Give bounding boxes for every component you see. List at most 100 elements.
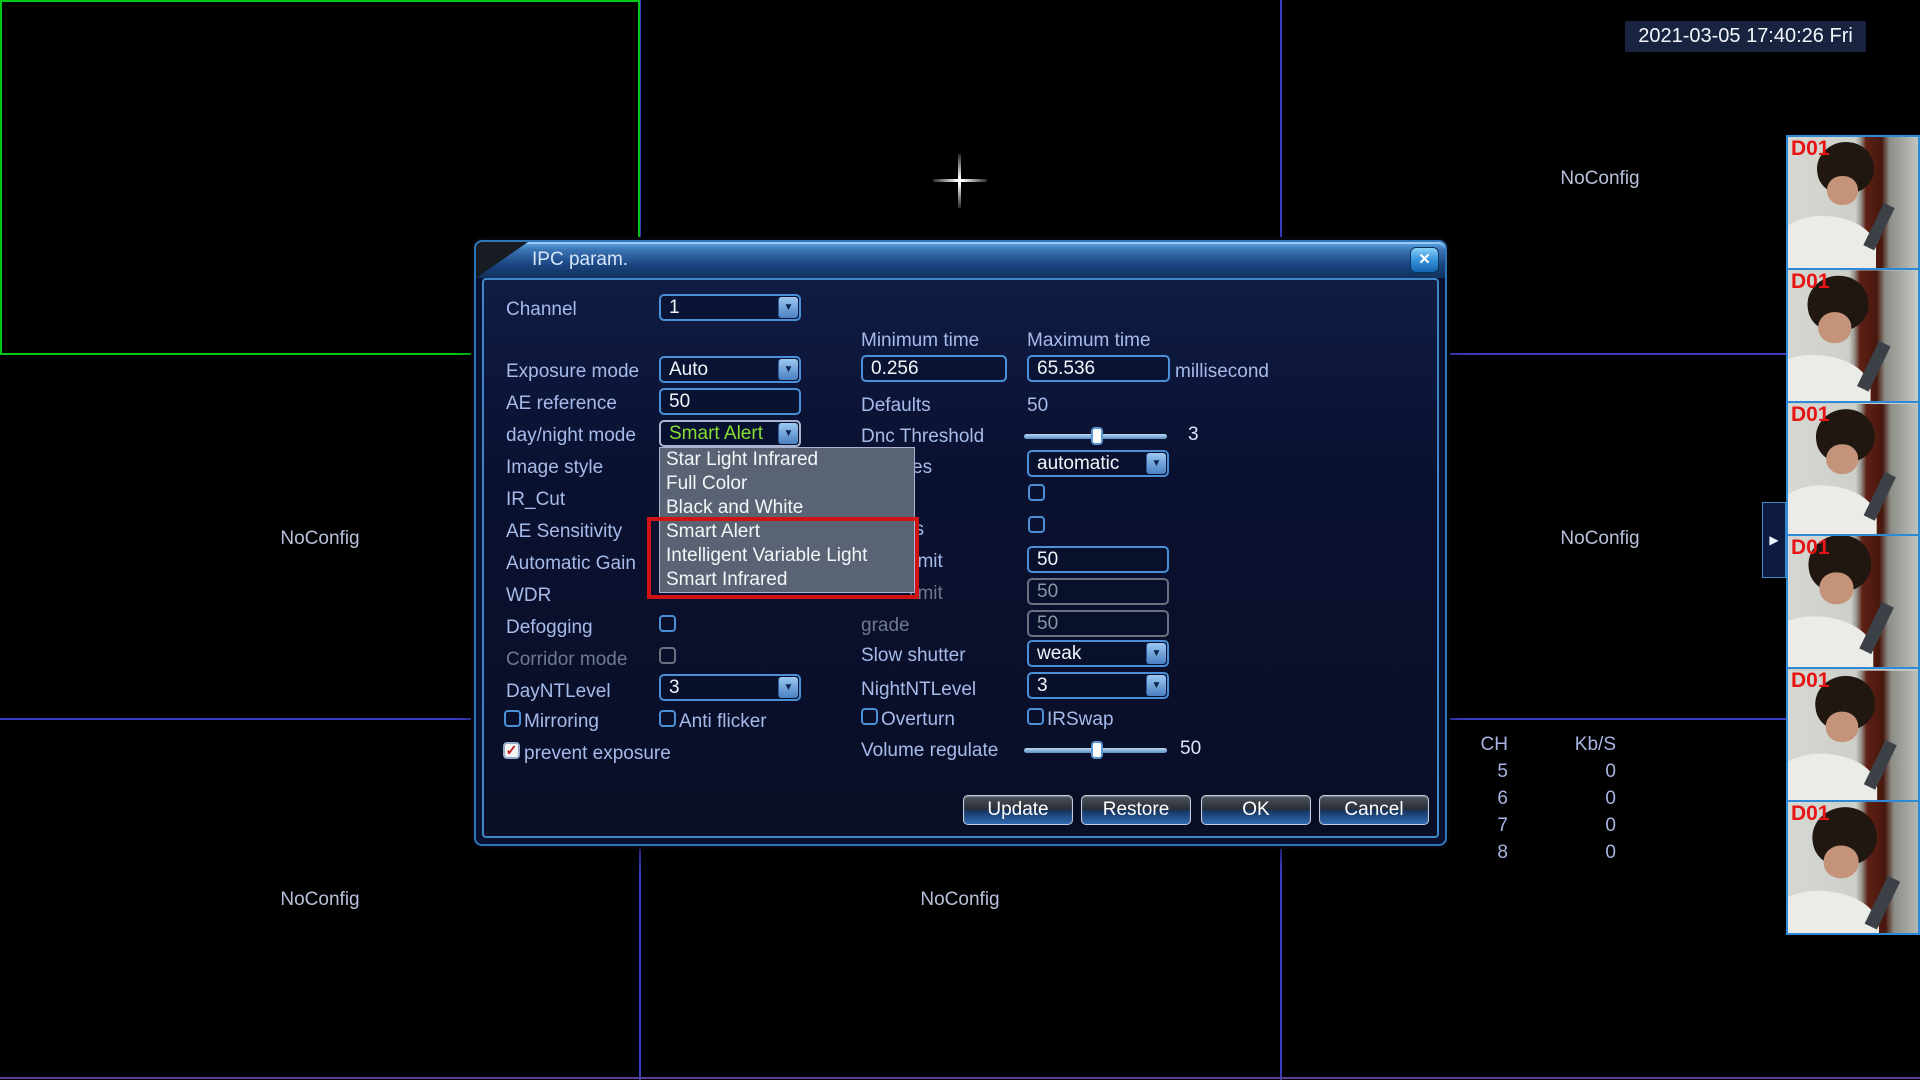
checkbox-row-obscured[interactable] (1028, 484, 1045, 501)
exposure-mode-value: Auto (669, 358, 708, 381)
ok-button[interactable]: OK (1201, 795, 1311, 825)
thumbnail-strip-collapse-button[interactable]: ▶ (1762, 502, 1786, 578)
arrow-right-icon: ▶ (1769, 533, 1778, 547)
mirroring-checkbox[interactable] (504, 710, 521, 727)
channel-label: Channel (506, 299, 577, 321)
update-button[interactable]: Update (963, 795, 1073, 825)
bitrate-channel: 5 (1462, 758, 1508, 785)
ipc-param-dialog: IPC param. ✕ Channel 1 ▼ Minimum time Ma… (474, 240, 1447, 846)
bitrate-rate: 0 (1508, 812, 1616, 839)
bitrate-table: CH Kb/S 5 0 6 0 7 0 8 0 (1462, 731, 1616, 866)
exposure-mode-dropdown[interactable]: Auto ▼ (659, 356, 801, 383)
slow-shutter-value: weak (1037, 642, 1081, 665)
chevron-down-icon[interactable]: ▼ (1146, 453, 1166, 474)
bitrate-row: 6 0 (1462, 785, 1616, 812)
day-night-mode-value: Smart Alert (669, 422, 763, 445)
anti-flicker-label: Anti flicker (679, 711, 767, 733)
day-night-mode-dropdown[interactable]: Smart Alert ▼ (659, 420, 801, 447)
night-nt-level-dropdown[interactable]: 3 ▼ (1027, 672, 1169, 699)
day-nt-level-value: 3 (669, 676, 680, 699)
chevron-down-icon[interactable]: ▼ (778, 677, 798, 698)
anti-flicker-checkbox[interactable] (659, 710, 676, 727)
bitrate-rate-header: Kb/S (1508, 731, 1616, 758)
bitrate-ch-header: CH (1462, 731, 1508, 758)
maximum-time-input[interactable]: 65.536 (1027, 355, 1170, 382)
bitrate-channel: 8 (1462, 839, 1508, 866)
bitrate-row: 8 0 (1462, 839, 1616, 866)
channel-tag: D01 (1791, 802, 1830, 826)
defogging-label: Defogging (506, 617, 593, 639)
day-nt-level-label: DayNTLevel (506, 681, 611, 703)
automatic-dropdown[interactable]: automatic ▼ (1027, 450, 1169, 477)
snapshot-thumbnail[interactable]: D01 (1786, 401, 1920, 536)
image-style-label: Image style (506, 457, 603, 479)
chevron-down-icon[interactable]: ▼ (1146, 675, 1166, 696)
channel-dropdown[interactable]: 1 ▼ (659, 294, 801, 321)
datetime-display: 2021-03-05 17:40:26 Fri (1625, 21, 1866, 52)
grade-input: 50 (1027, 610, 1169, 637)
restore-button[interactable]: Restore (1081, 795, 1191, 825)
bitrate-rate: 0 (1508, 839, 1616, 866)
overturn-checkbox[interactable] (861, 708, 878, 725)
overturn-label: Overturn (881, 709, 955, 731)
annotation-highlight-box (647, 517, 919, 599)
noconfig-label: NoConfig (280, 889, 359, 911)
snapshot-thumbnail[interactable]: D01 (1786, 135, 1920, 270)
snapshot-thumbnail[interactable]: D01 (1786, 800, 1920, 935)
wdr-label: WDR (506, 585, 551, 607)
defaults-label: Defaults (861, 395, 931, 417)
prevent-exposure-label: prevent exposure (524, 743, 671, 765)
day-nt-level-dropdown[interactable]: 3 ▼ (659, 674, 801, 701)
close-button[interactable]: ✕ (1410, 247, 1439, 273)
bitrate-rate: 0 (1508, 758, 1616, 785)
dialog-titlebar[interactable]: IPC param. (476, 242, 1445, 278)
snapshot-thumbnail[interactable]: D01 (1786, 667, 1920, 802)
channel-tag: D01 (1791, 669, 1830, 693)
corridor-mode-checkbox[interactable] (659, 647, 676, 664)
snapshot-thumbnail[interactable]: D01 (1786, 268, 1920, 403)
dnc-threshold-value: 3 (1188, 424, 1199, 446)
ae-sensitivity-label: AE Sensitivity (506, 521, 622, 543)
corridor-mode-label: Corridor mode (506, 649, 627, 671)
option-full-color[interactable]: Full Color (660, 472, 914, 496)
volume-regulate-slider[interactable] (1024, 740, 1167, 760)
noconfig-label: NoConfig (280, 528, 359, 550)
close-icon: ✕ (1418, 251, 1431, 268)
lower-limit-input[interactable]: 50 (1027, 546, 1169, 573)
snapshot-thumbnail[interactable]: D01 (1786, 534, 1920, 669)
option-star-light-infrared[interactable]: Star Light Infrared (660, 448, 914, 472)
ae-reference-input[interactable]: 50 (659, 388, 801, 415)
minimum-time-label: Minimum time (861, 330, 979, 352)
slider-knob[interactable] (1091, 427, 1103, 445)
slider-knob[interactable] (1091, 741, 1103, 759)
bitrate-channel: 6 (1462, 785, 1508, 812)
iris-checkbox[interactable] (1028, 516, 1045, 533)
ir-swap-checkbox[interactable] (1027, 708, 1044, 725)
noconfig-label: NoConfig (920, 889, 999, 911)
chevron-down-icon[interactable]: ▼ (1146, 643, 1166, 664)
cancel-button[interactable]: Cancel (1319, 795, 1429, 825)
channel-tag: D01 (1791, 137, 1830, 161)
ir-cut-label: IR_Cut (506, 489, 565, 511)
automatic-gain-label: Automatic Gain (506, 553, 636, 575)
noconfig-label: NoConfig (1560, 528, 1639, 550)
minimum-time-input[interactable]: 0.256 (861, 355, 1007, 382)
channel-tag: D01 (1791, 536, 1830, 560)
channel-value: 1 (669, 296, 680, 319)
slow-shutter-dropdown[interactable]: weak ▼ (1027, 640, 1169, 667)
day-night-mode-label: day/night mode (506, 425, 636, 447)
slow-shutter-label: Slow shutter (861, 645, 966, 667)
millisecond-unit-label: millisecond (1175, 361, 1269, 383)
prevent-exposure-checkbox[interactable]: ✓ (503, 742, 520, 759)
dnc-threshold-label: Dnc Threshold (861, 426, 984, 448)
chevron-down-icon[interactable]: ▼ (778, 359, 798, 380)
mirroring-label: Mirroring (524, 711, 599, 733)
night-nt-level-value: 3 (1037, 674, 1048, 697)
defogging-checkbox[interactable] (659, 615, 676, 632)
upper-limit-input: 50 (1027, 578, 1169, 605)
scenes-label-fragment: es (912, 457, 932, 479)
chevron-down-icon[interactable]: ▼ (778, 297, 798, 318)
volume-regulate-label: Volume regulate (861, 740, 998, 762)
dnc-threshold-slider[interactable] (1024, 426, 1167, 446)
chevron-down-icon[interactable]: ▼ (778, 423, 798, 444)
